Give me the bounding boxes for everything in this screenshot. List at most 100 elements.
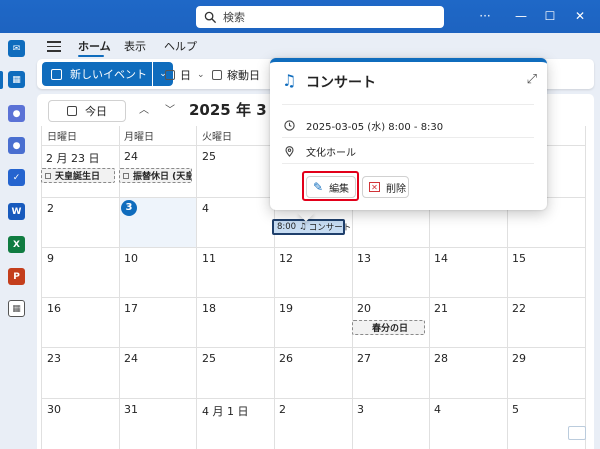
delete-label: 削除 [386,183,406,195]
event-title: コンサート [306,75,376,91]
today-button[interactable]: 今日 [48,100,126,122]
today-icon [67,106,77,116]
expand-icon[interactable]: ⤢ [527,72,537,87]
title-bar: 検索 ··· — ☐ ✕ [0,0,600,33]
tab-view[interactable]: 表示 [124,38,146,54]
holiday-event[interactable]: 天皇誕生日 [41,168,115,183]
word-icon[interactable]: W [8,203,25,220]
people-icon[interactable]: ● [8,105,25,122]
panel-toggle-icon[interactable] [568,426,586,440]
search-placeholder: 検索 [223,11,245,24]
day-cell[interactable]: 5 [512,403,519,416]
day-cell[interactable]: 24 [124,352,138,365]
day-cell[interactable]: 29 [512,352,526,365]
day-cell[interactable]: 2 [47,202,54,215]
new-event-button[interactable]: 新しいイベント [42,62,152,86]
day-cell[interactable]: 14 [434,252,448,265]
event-datetime: 2025-03-05 (水) 8:00 - 8:30 [306,122,444,133]
day-view-chevron-icon: ⌄ [197,70,205,80]
day-cell[interactable]: 27 [357,352,371,365]
rail-active-indicator [0,71,3,89]
holiday-event[interactable]: 振替休日 (天皇誕 [119,168,192,183]
day-cell[interactable]: 26 [279,352,293,365]
day-cell[interactable]: 28 [434,352,448,365]
apps-icon[interactable]: ▦ [8,300,25,317]
holiday-label: 天皇誕生日 [55,172,101,182]
tab-help[interactable]: ヘルプ [164,38,197,54]
more-options-button[interactable]: ··· [476,8,494,24]
search-box[interactable]: 検索 [196,6,444,28]
work-week-label: 稼動日 [227,69,260,82]
app-rail: ✉ ▦ ● ● ✓ W X P ▦ [0,33,32,449]
event-datetime-row: 2025-03-05 (水) 8:00 - 8:30 [284,118,443,133]
groups-icon[interactable]: ● [8,137,25,154]
day-cell[interactable]: 4 [202,202,209,215]
day-cell[interactable]: 22 [512,302,526,315]
day-cell[interactable]: 18 [202,302,216,315]
clock-icon [284,120,295,131]
day-cell[interactable]: 24 [124,150,138,163]
day-cell[interactable]: 2 [279,403,286,416]
day-cell[interactable]: 31 [124,403,138,416]
day-cell[interactable]: 17 [124,302,138,315]
ribbon-tabs: ホーム 表示 ヘルプ [32,33,600,59]
today-label: 今日 [85,105,107,118]
close-button[interactable]: ✕ [571,8,589,24]
event-chip-title: コンサート [308,223,352,233]
event-location: 文化ホール [306,148,356,159]
holiday-label: 春分の日 [371,324,408,334]
day-cell[interactable]: 16 [47,302,61,315]
day-cell[interactable]: 19 [279,302,293,315]
day-cell[interactable]: 21 [434,302,448,315]
day-cell[interactable]: 25 [202,150,216,163]
edit-button-highlight [302,171,359,201]
work-week-button[interactable]: 稼動日 [212,67,260,83]
holiday-icon [123,172,129,179]
powerpoint-icon[interactable]: P [8,268,25,285]
next-month-chevron-icon[interactable]: ﹀ [165,101,175,116]
calendar-icon[interactable]: ▦ [8,71,25,88]
day-cell[interactable]: 10 [124,252,138,265]
today-date[interactable]: 3 [121,200,137,216]
day-cell[interactable]: 15 [512,252,526,265]
weekday-header: 月曜日 [124,132,154,143]
new-event-calendar-icon [51,68,62,80]
day-cell[interactable]: 2 月 23 日 [46,150,100,166]
event-location-row: 文化ホール [284,144,356,159]
hamburger-menu-icon[interactable] [47,39,61,52]
event-chip-time: 8:00 [277,222,297,232]
day-cell[interactable]: 13 [357,252,371,265]
previous-month-chevron-icon[interactable]: ︿ [139,101,149,116]
weekday-header: 火曜日 [202,132,232,143]
day-cell[interactable]: 25 [202,352,216,365]
day-cell[interactable]: 4 [434,403,441,416]
day-cell[interactable]: 11 [202,252,216,265]
tab-home[interactable]: ホーム [78,38,111,54]
mail-icon[interactable]: ✉ [8,40,25,57]
holiday-icon [45,172,51,179]
maximize-button[interactable]: ☐ [541,8,559,24]
music-note-icon: ♫ [299,222,307,232]
day-view-label: 日 [180,69,191,82]
day-cell[interactable]: 23 [47,352,61,365]
event-chip-concert[interactable]: 8:00 ♫ コンサート [272,219,351,235]
tab-home-underline [78,55,104,57]
holiday-label: 振替休日 (天皇誕 [133,172,191,182]
location-pin-icon [285,146,294,157]
day-cell[interactable]: 4 月 1 日 [202,403,249,419]
day-view-icon [165,70,175,80]
holiday-event[interactable]: 春分の日 [352,320,425,335]
todo-icon[interactable]: ✓ [8,169,25,186]
day-view-button[interactable]: 日 ⌄ [165,67,205,83]
day-cell[interactable]: 12 [279,252,293,265]
day-cell[interactable]: 20 [357,302,371,315]
minimize-button[interactable]: — [512,8,530,24]
delete-button[interactable]: ✕ 削除 [362,176,409,198]
music-note-icon: ♫ [282,71,297,90]
delete-calendar-icon: ✕ [369,182,380,192]
excel-icon[interactable]: X [8,236,25,253]
day-cell[interactable]: 3 [357,403,364,416]
day-cell[interactable]: 30 [47,403,61,416]
new-event-label: 新しいイベント [70,68,147,81]
day-cell[interactable]: 9 [47,252,54,265]
